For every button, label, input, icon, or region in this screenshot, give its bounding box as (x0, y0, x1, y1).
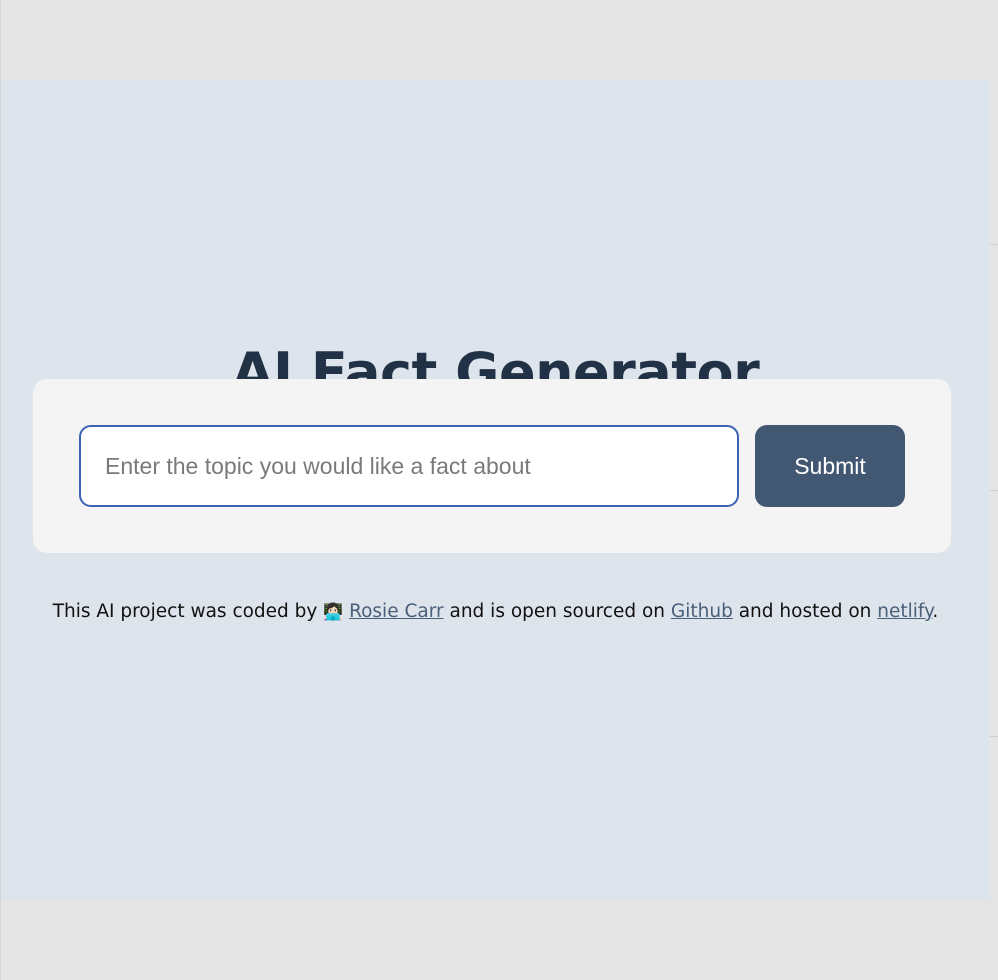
right-edge-tick (990, 244, 998, 245)
search-form: Submit (33, 379, 951, 553)
footer-text-github-intro: and is open sourced on (449, 601, 666, 622)
footer-text-author-intro: This AI project was coded by (52, 601, 318, 622)
author-link[interactable]: Rosie Carr (349, 601, 444, 622)
technologist-emoji-icon: 👩🏻‍💻 (323, 602, 344, 621)
netlify-link[interactable]: netlify (877, 601, 932, 622)
footer-text-end: . (932, 601, 939, 622)
right-edge-tick (990, 490, 998, 491)
footer-text-netlify-intro: and hosted on (738, 601, 872, 622)
github-link[interactable]: Github (671, 601, 733, 622)
app-container: AI Fact Generator Submit This AI project… (1, 80, 990, 900)
footer-credits: This AI project was coded by 👩🏻‍💻 Rosie … (1, 600, 990, 624)
right-edge-tick (990, 736, 998, 737)
topic-input[interactable] (79, 425, 739, 507)
submit-button[interactable]: Submit (755, 425, 905, 507)
browser-viewport: AI Fact Generator Submit This AI project… (0, 0, 998, 980)
